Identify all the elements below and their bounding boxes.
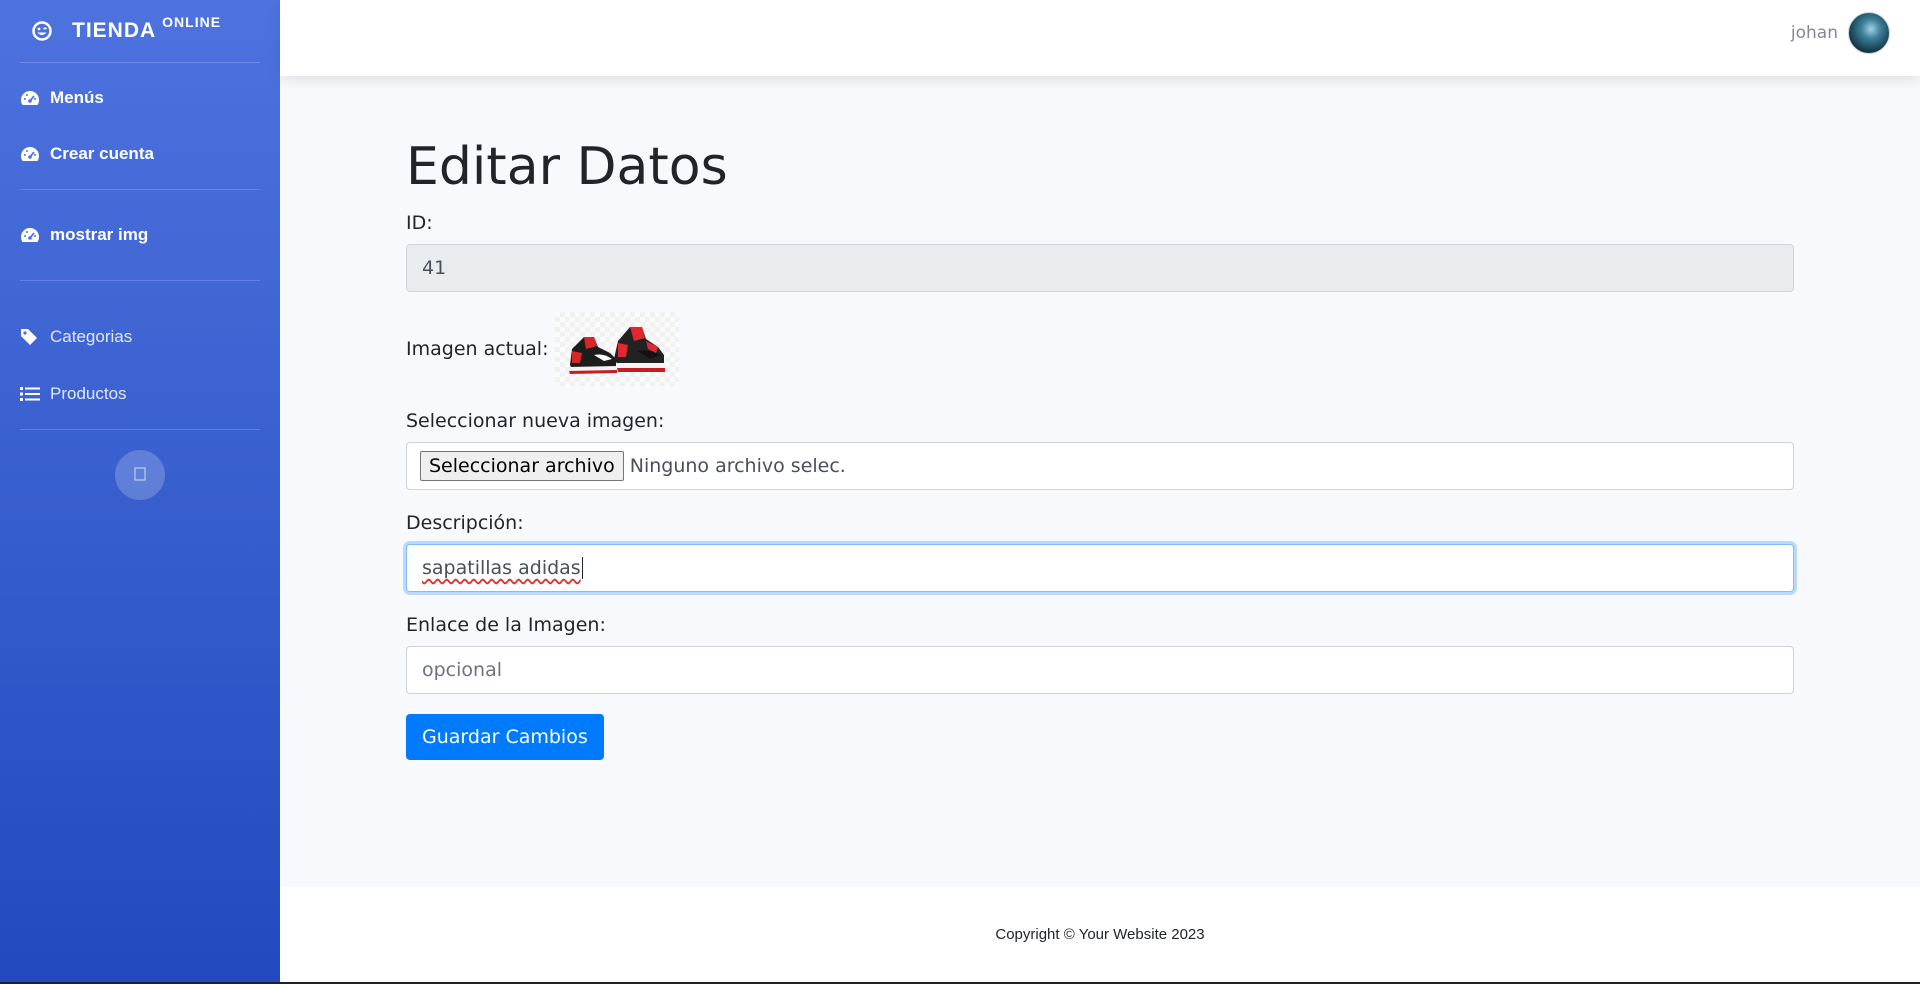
- file-status: Ninguno archivo selec.: [629, 455, 846, 477]
- image-link-input[interactable]: opcional: [406, 646, 1794, 694]
- sidebar-divider: [20, 429, 260, 430]
- sidebar-toggle-button[interactable]: [115, 450, 165, 500]
- save-changes-button[interactable]: Guardar Cambios: [406, 714, 604, 760]
- sidebar-brand[interactable]: TIENDA ONLINE: [0, 0, 280, 62]
- id-label: ID:: [406, 212, 433, 234]
- sidebar-item-label: Crear cuenta: [50, 144, 154, 163]
- id-field[interactable]: 41: [406, 244, 1794, 292]
- image-link-placeholder: opcional: [422, 659, 502, 681]
- new-image-label: Seleccionar nueva imagen:: [406, 410, 665, 432]
- chevron-left-icon: [134, 466, 146, 484]
- avatar: [1848, 12, 1890, 54]
- description-value: sapatillas adidas: [422, 557, 581, 579]
- edit-form: Editar Datos ID: 41 Imagen actual: Selec…: [406, 135, 1794, 760]
- sidebar-item-label: Menús: [50, 88, 104, 107]
- choose-file-button[interactable]: Seleccionar archivo: [420, 451, 624, 481]
- image-link-label: Enlace de la Imagen:: [406, 614, 606, 636]
- topbar: johan: [280, 0, 1920, 76]
- list-icon: [20, 384, 42, 404]
- sneaker-image: [568, 327, 665, 374]
- sidebar-item-label: Categorias: [50, 327, 133, 346]
- user-menu[interactable]: johan: [1791, 12, 1890, 54]
- current-image-row: Imagen actual:: [406, 312, 1794, 386]
- id-value: 41: [422, 257, 447, 279]
- text-caret: [581, 557, 583, 579]
- current-image-label: Imagen actual:: [406, 338, 549, 360]
- dashboard-icon: [20, 144, 42, 164]
- description-input[interactable]: sapatillas adidas: [406, 544, 1794, 592]
- brand-superscript: ONLINE: [162, 14, 222, 30]
- user-name: johan: [1790, 23, 1838, 43]
- sidebar: TIENDA ONLINE Menús Crear cuenta mostrar…: [0, 0, 280, 984]
- brand-title: TIENDA: [72, 19, 157, 42]
- copyright-text: Copyright © Your Website 2023: [995, 926, 1205, 943]
- dashboard-icon: [20, 88, 42, 108]
- sidebar-item-crear-cuenta[interactable]: Crear cuenta: [0, 119, 280, 189]
- sidebar-item-label: Productos: [50, 384, 127, 403]
- page-title: Editar Datos: [406, 137, 728, 197]
- tag-icon: [20, 327, 42, 347]
- sidebar-item-categorias[interactable]: Categorias: [0, 281, 280, 393]
- footer: Copyright © Your Website 2023: [280, 887, 1920, 982]
- sidebar-item-mostrar-img[interactable]: mostrar img: [0, 190, 280, 280]
- sidebar-item-label: mostrar img: [50, 225, 149, 244]
- description-label: Descripción:: [406, 512, 524, 534]
- dashboard-icon: [20, 225, 42, 245]
- current-image-thumbnail: [554, 312, 679, 386]
- file-input[interactable]: Seleccionar archivo Ninguno archivo sele…: [406, 442, 1794, 490]
- sidebar-item-productos[interactable]: Productos: [0, 379, 280, 409]
- laugh-wink-icon: [32, 21, 52, 41]
